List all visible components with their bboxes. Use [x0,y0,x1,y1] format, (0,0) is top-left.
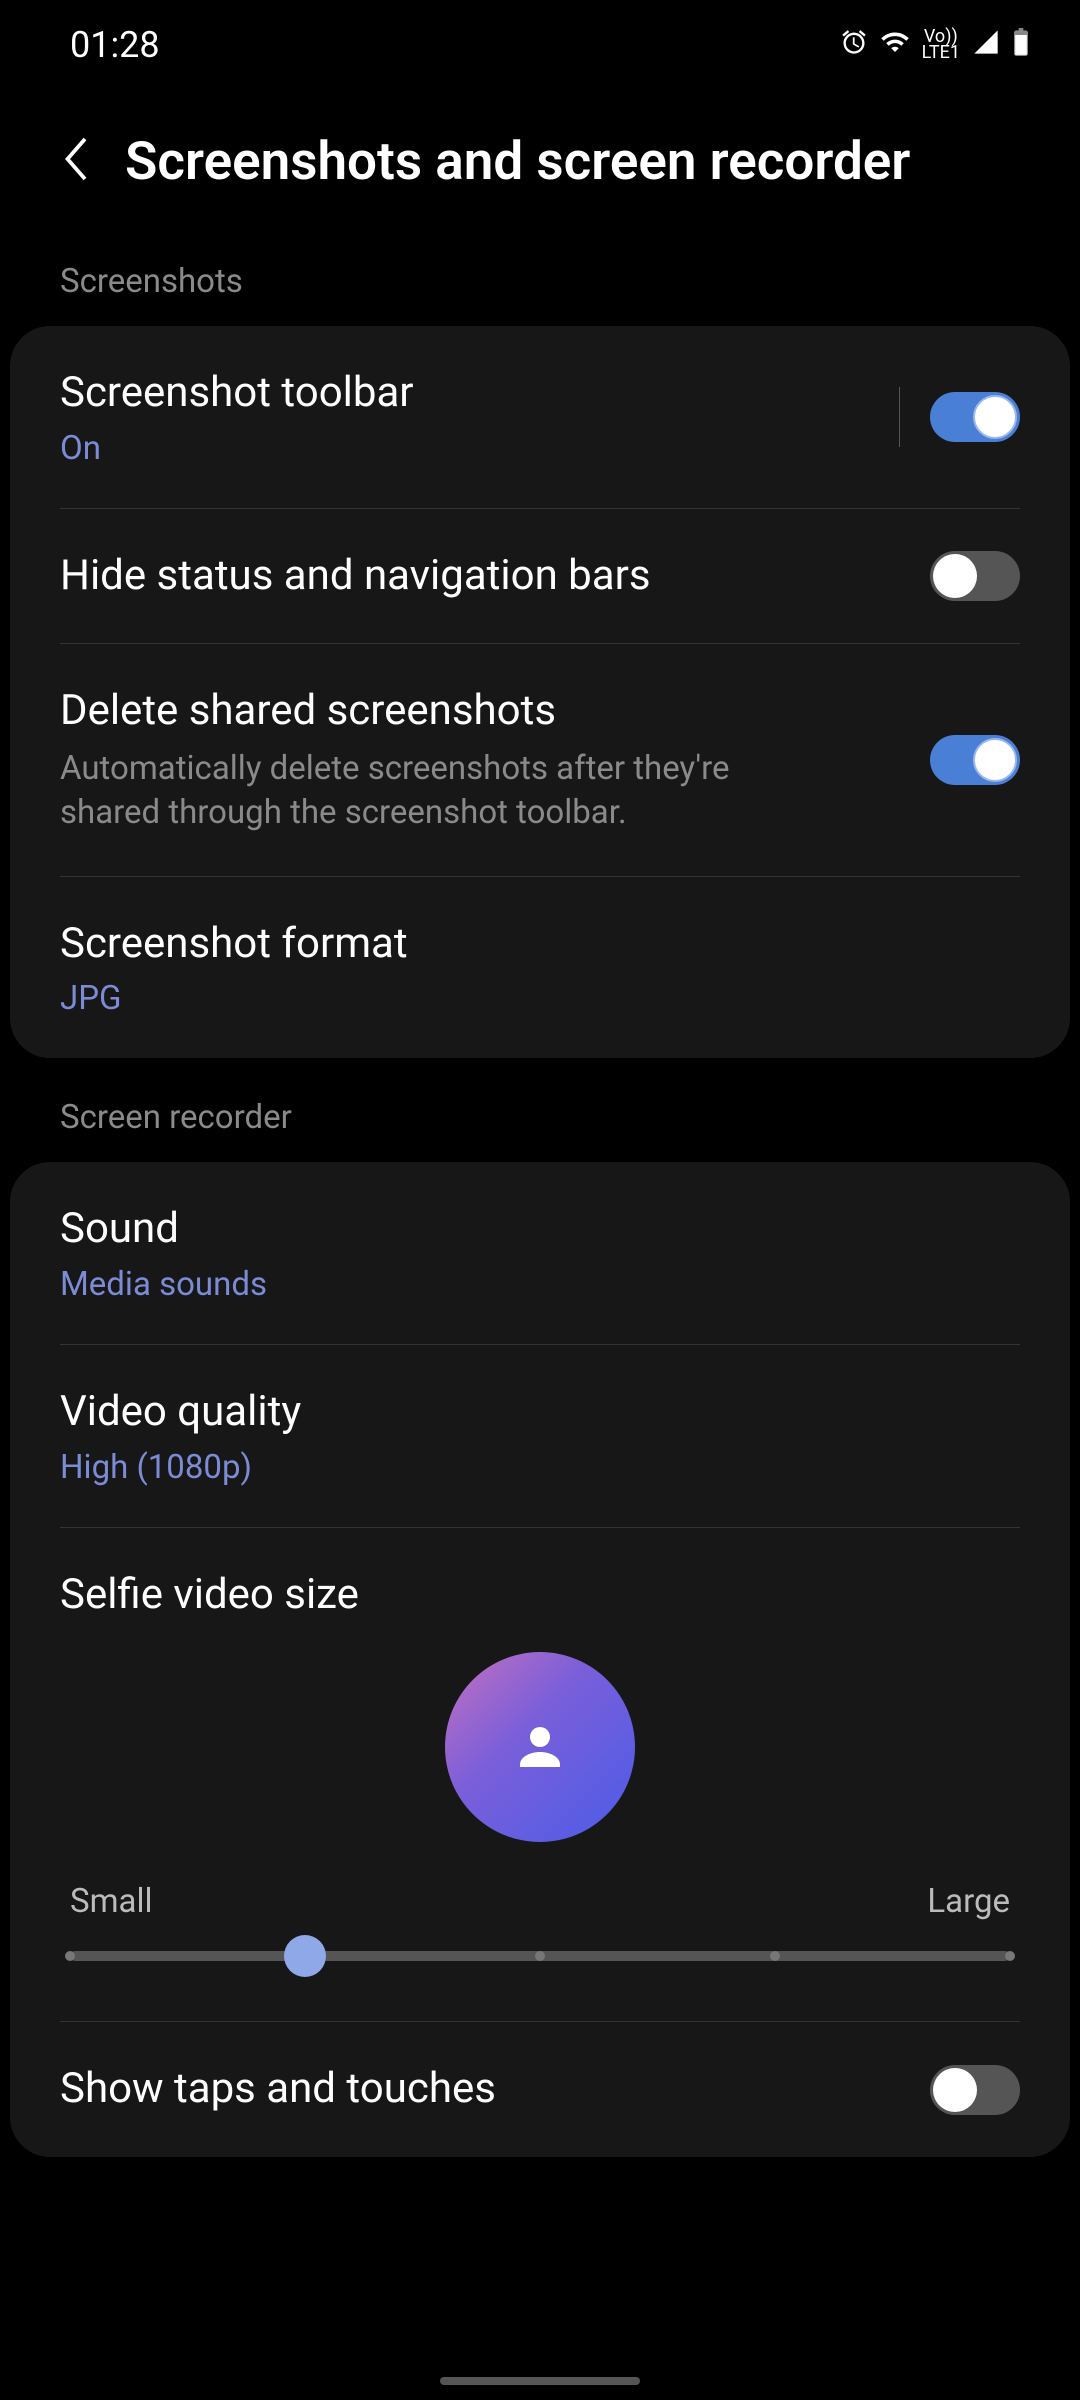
row-title: Screenshot toolbar [60,366,899,421]
row-title: Hide status and navigation bars [60,549,930,604]
show-taps-row[interactable]: Show taps and touches [10,2022,1070,2157]
row-value: High (1080p) [60,1448,1020,1487]
battery-icon [1012,28,1030,63]
status-icons: Vo)) LTE1 [840,27,1030,64]
slider-max-label: Large [927,1882,1010,1921]
signal-icon [972,28,1000,63]
vertical-separator [899,387,900,447]
status-bar: 01:28 Vo)) LTE1 [0,0,1080,90]
row-title: Screenshot format [60,917,1020,972]
row-title: Selfie video size [60,1568,1020,1623]
back-button[interactable] [60,134,90,188]
section-label-recorder: Screen recorder [0,1058,1080,1162]
row-desc: Automatically delete screenshots after t… [60,747,820,836]
row-title: Show taps and touches [60,2062,930,2117]
slider-min-label: Small [70,1882,153,1921]
hide-bars-toggle[interactable] [930,551,1020,601]
row-title: Delete shared screenshots [60,684,930,739]
status-time: 01:28 [70,24,160,66]
screenshot-toolbar-toggle[interactable] [930,392,1020,442]
row-status: On [60,429,899,468]
alarm-icon [840,28,868,63]
screenshot-toolbar-row[interactable]: Screenshot toolbar On [10,326,1070,508]
home-indicator[interactable] [440,2377,640,2385]
page-title: Screenshots and screen recorder [125,130,910,192]
selfie-video-size-row: Selfie video size Small Large [10,1528,1070,2022]
recorder-card: Sound Media sounds Video quality High (1… [10,1162,1070,2156]
sound-row[interactable]: Sound Media sounds [10,1162,1070,1344]
screenshot-format-row[interactable]: Screenshot format JPG [10,877,1070,1059]
section-label-screenshots: Screenshots [0,242,1080,326]
row-title: Sound [60,1202,1020,1257]
chevron-left-icon [60,134,90,184]
selfie-size-slider[interactable] [70,1951,1010,1961]
hide-bars-row[interactable]: Hide status and navigation bars [10,509,1070,644]
slider-thumb[interactable] [284,1935,326,1977]
selfie-size-slider-container: Small Large [60,1882,1020,1961]
delete-shared-row[interactable]: Delete shared screenshots Automatically … [10,644,1070,876]
row-value: Media sounds [60,1265,1020,1304]
video-quality-row[interactable]: Video quality High (1080p) [10,1345,1070,1527]
row-title: Video quality [60,1385,1020,1440]
delete-shared-toggle[interactable] [930,735,1020,785]
lte-indicator: Vo)) LTE1 [922,29,960,61]
header: Screenshots and screen recorder [0,90,1080,242]
screenshots-card: Screenshot toolbar On Hide status and na… [10,326,1070,1058]
selfie-preview-circle [445,1652,635,1842]
person-icon [510,1717,570,1777]
row-value: JPG [60,979,1020,1018]
show-taps-toggle[interactable] [930,2065,1020,2115]
wifi-icon [880,27,910,64]
